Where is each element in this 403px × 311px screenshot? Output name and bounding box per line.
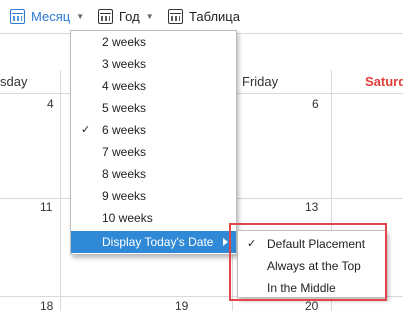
day-cell-date[interactable]: 19	[175, 299, 188, 311]
menu-item-2-weeks[interactable]: 2 weeks	[71, 31, 236, 53]
todays-date-submenu: ✓ Default Placement Always at the Top In…	[237, 230, 387, 298]
check-icon: ✓	[81, 124, 91, 136]
chevron-down-icon: ▼	[145, 12, 154, 21]
weeks-dropdown-menu: 2 weeks 3 weeks 4 weeks 5 weeks ✓ 6 week…	[70, 30, 237, 255]
menu-item-10-weeks[interactable]: 10 weeks	[71, 207, 236, 229]
menu-item-label: 10 weeks	[102, 211, 153, 225]
month-view-label: Месяц	[31, 9, 71, 24]
menu-item-label: 9 weeks	[102, 189, 147, 203]
menu-item-label: 8 weeks	[102, 167, 147, 181]
day-cell-date[interactable]: 4	[47, 97, 54, 111]
menu-item-9-weeks[interactable]: 9 weeks	[71, 185, 236, 207]
chevron-down-icon: ▼	[76, 12, 85, 21]
calendar-icon	[168, 9, 183, 24]
menu-item-3-weeks[interactable]: 3 weeks	[71, 53, 236, 75]
day-header-saturday: Saturd	[365, 74, 403, 89]
submenu-arrow-icon	[223, 238, 228, 246]
menu-item-label: 6 weeks	[102, 123, 147, 137]
day-header-friday: Friday	[242, 74, 279, 89]
day-header-wednesday: sday	[0, 74, 28, 89]
submenu-item-default-placement[interactable]: ✓ Default Placement	[238, 233, 386, 255]
menu-item-6-weeks[interactable]: ✓ 6 weeks	[71, 119, 236, 141]
menu-item-label: 2 weeks	[102, 35, 147, 49]
day-cell-date[interactable]: 6	[312, 97, 319, 111]
grid-divider	[60, 70, 61, 311]
month-view-button[interactable]: Месяц ▼	[10, 0, 84, 33]
day-cell-date[interactable]: 13	[305, 200, 318, 214]
day-cell-date[interactable]: 20	[305, 299, 318, 311]
menu-item-label: 7 weeks	[102, 145, 147, 159]
year-view-label: Год	[119, 9, 140, 24]
table-view-button[interactable]: Таблица	[168, 0, 240, 33]
menu-item-4-weeks[interactable]: 4 weeks	[71, 75, 236, 97]
submenu-item-label: Default Placement	[267, 237, 366, 251]
menu-item-label: Display Today's Date	[102, 235, 214, 249]
calendar-icon	[98, 9, 113, 24]
menu-item-label: 3 weeks	[102, 57, 147, 71]
day-cell-date[interactable]: 11	[40, 200, 52, 214]
menu-item-label: 4 weeks	[102, 79, 147, 93]
toolbar: Месяц ▼ Год ▼ Таблица	[0, 0, 403, 33]
submenu-item-label: Always at the Top	[267, 259, 361, 273]
submenu-item-label: In the Middle	[267, 281, 336, 295]
menu-item-8-weeks[interactable]: 8 weeks	[71, 163, 236, 185]
menu-item-display-todays-date[interactable]: Display Today's Date	[71, 231, 236, 253]
menu-item-7-weeks[interactable]: 7 weeks	[71, 141, 236, 163]
day-cell-date[interactable]: 18	[40, 299, 53, 311]
menu-item-label: 5 weeks	[102, 101, 147, 115]
year-view-button[interactable]: Год ▼	[98, 0, 154, 33]
submenu-item-in-the-middle[interactable]: In the Middle	[238, 277, 386, 299]
table-view-label: Таблица	[189, 9, 240, 24]
menu-item-5-weeks[interactable]: 5 weeks	[71, 97, 236, 119]
calendar-icon	[10, 9, 25, 24]
submenu-item-always-at-top[interactable]: Always at the Top	[238, 255, 386, 277]
check-icon: ✓	[247, 238, 257, 250]
